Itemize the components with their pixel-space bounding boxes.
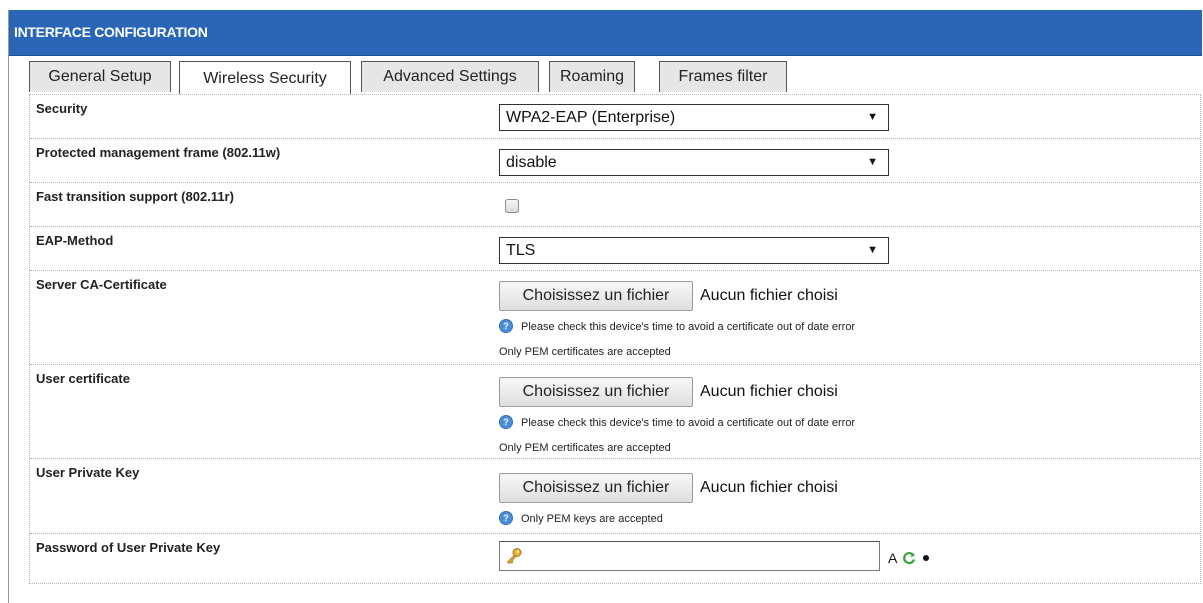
tab-general-setup[interactable]: General Setup [29,61,171,92]
security-row: Security WPA2-EAP (Enterprise) ▼ [30,95,1200,139]
refresh-icon[interactable] [902,551,916,565]
key-password-input[interactable] [499,541,880,571]
pmf-label: Protected management frame (802.11w) [36,145,281,160]
tab-advanced-settings[interactable]: Advanced Settings [361,61,539,92]
tab-frames-filter[interactable]: Frames filter [659,61,787,92]
server-ca-label: Server CA-Certificate [36,277,167,292]
security-label: Security [36,101,88,116]
eap-method-selected-value: TLS [506,242,536,259]
user-key-choose-file-button[interactable]: Choisissez un fichier [499,473,693,503]
user-key-file-status: Aucun fichier choisi [700,479,838,496]
pmf-row: Protected management frame (802.11w) dis… [30,139,1200,183]
pmf-selected-value: disable [506,154,557,171]
text-toggle-label[interactable]: A [888,550,897,566]
user-key-row: User Private Key Choisissez un fichier A… [30,459,1200,534]
eap-method-row: EAP-Method TLS ▼ [30,227,1200,271]
fast-transition-checkbox[interactable] [505,199,519,213]
user-key-hint-text: Only PEM keys are accepted [521,513,663,525]
user-cert-note: Only PEM certificates are accepted [499,442,671,454]
eap-method-label: EAP-Method [36,233,114,248]
user-cert-hint-text: Please check this device's time to avoid… [521,417,856,429]
server-ca-file-input: Choisissez un fichier Aucun fichier choi… [499,281,885,311]
fast-transition-label: Fast transition support (802.11r) [36,189,234,204]
info-icon: ? [499,319,513,334]
dot-icon[interactable] [922,554,930,562]
eap-method-select[interactable]: TLS ▼ [499,237,889,264]
user-cert-file-input: Choisissez un fichier Aucun fichier choi… [499,377,885,407]
user-cert-label: User certificate [36,371,130,386]
user-cert-hint: ? Please check this device's time to avoi… [499,415,856,430]
server-ca-choose-file-button[interactable]: Choisissez un fichier [499,281,693,311]
user-cert-row: User certificate Choisissez un fichier A… [30,365,1200,459]
user-cert-file-status: Aucun fichier choisi [700,383,838,400]
key-password-row: Password of User Private Key A [30,534,1200,584]
chevron-down-icon: ▼ [867,156,878,168]
user-cert-choose-file-button[interactable]: Choisissez un fichier [499,377,693,407]
panel-title: INTERFACE CONFIGURATION [9,10,1202,56]
fast-transition-row: Fast transition support (802.11r) [30,183,1200,227]
chevron-down-icon: ▼ [867,244,878,256]
security-selected-value: WPA2-EAP (Enterprise) [506,109,676,126]
user-key-file-input: Choisissez un fichier Aucun fichier choi… [499,473,885,503]
wireless-security-form: Security WPA2-EAP (Enterprise) ▼ Protect… [29,94,1201,584]
server-ca-note: Only PEM certificates are accepted [499,346,671,358]
key-password-label: Password of User Private Key [36,540,221,555]
info-icon: ? [499,511,513,526]
security-select[interactable]: WPA2-EAP (Enterprise) ▼ [499,104,889,131]
pmf-select[interactable]: disable ▼ [499,149,889,176]
server-ca-hint-text: Please check this device's time to avoid… [521,321,856,333]
chevron-down-icon: ▼ [867,111,878,123]
server-ca-file-status: Aucun fichier choisi [700,287,838,304]
password-tools: A [888,549,930,567]
key-icon [506,548,522,565]
info-icon: ? [499,415,513,430]
tab-roaming[interactable]: Roaming [549,61,635,92]
user-key-hint: ? Only PEM keys are accepted [499,511,663,526]
server-ca-hint: ? Please check this device's time to avoi… [499,319,856,334]
tab-wireless-security[interactable]: Wireless Security [179,61,351,95]
interface-configuration-panel: INTERFACE CONFIGURATION General Setup Wi… [8,10,1202,603]
server-ca-row: Server CA-Certificate Choisissez un fich… [30,271,1200,365]
user-key-label: User Private Key [36,465,140,480]
